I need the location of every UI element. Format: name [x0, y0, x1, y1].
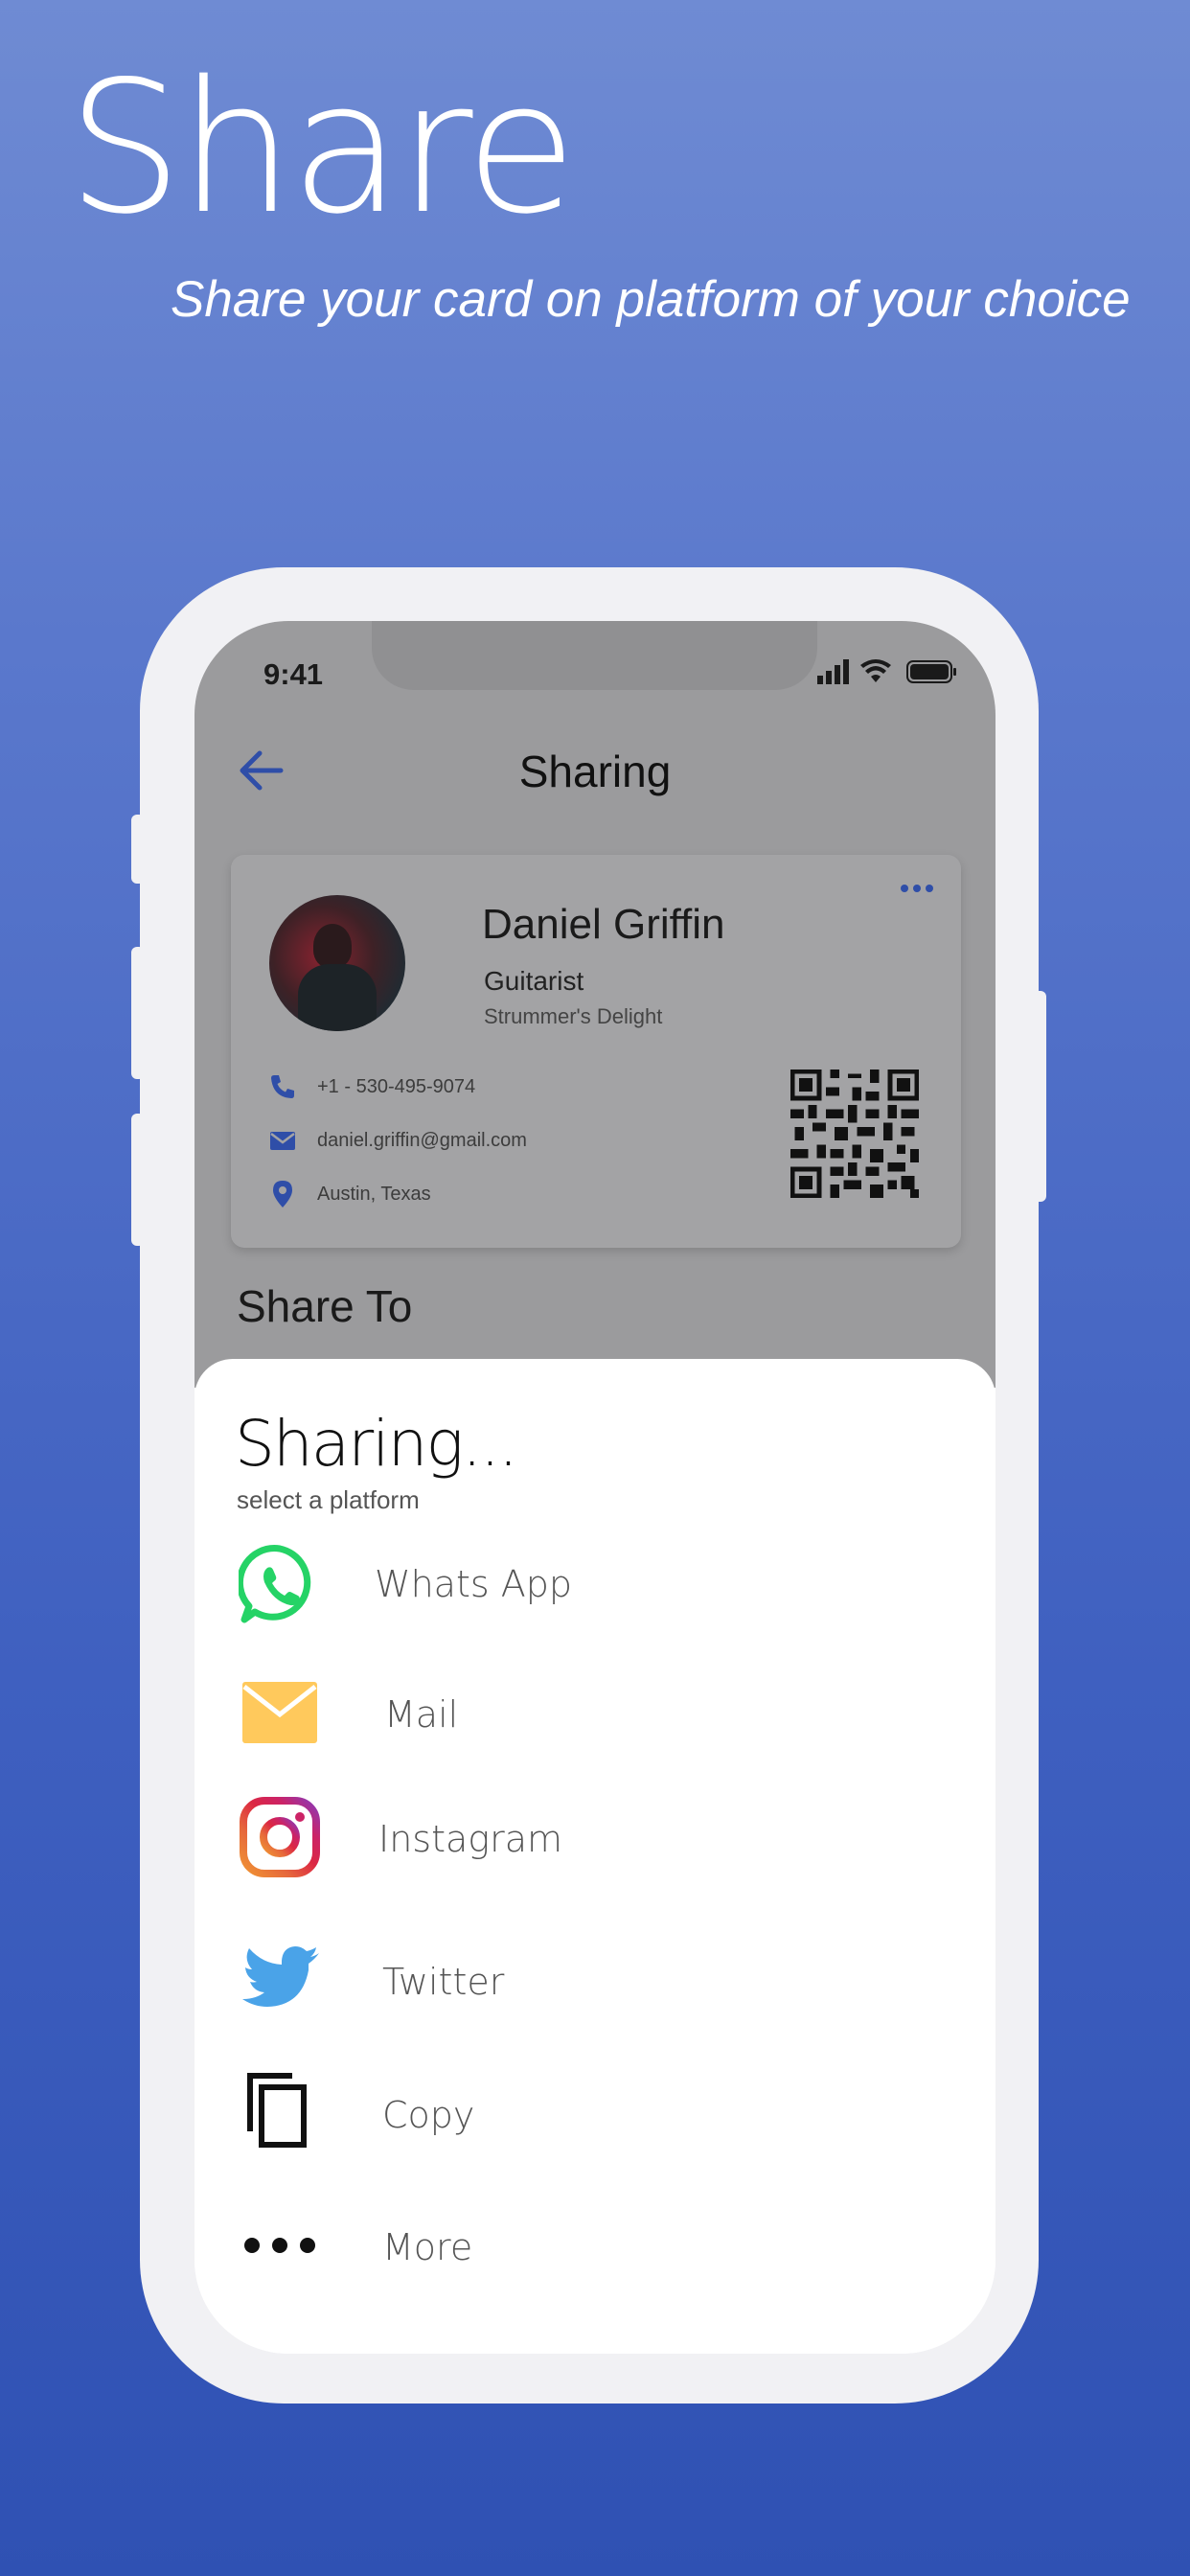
platform-whatsapp[interactable]: Whats App	[195, 1531, 995, 1637]
card-menu-icon[interactable]	[900, 884, 934, 893]
battery-icon	[906, 660, 956, 683]
email-icon	[270, 1132, 295, 1150]
platform-instagram[interactable]: Instagram	[195, 1788, 995, 1894]
profile-card[interactable]: Daniel Griffin Guitarist Strummer's Deli…	[231, 855, 961, 1248]
location: Austin, Texas	[317, 1184, 431, 1205]
mail-icon	[242, 1682, 317, 1743]
contact-location: Austin, Texas	[267, 1175, 670, 1213]
platform-label: More	[382, 2226, 473, 2268]
phone-number: +1 - 530-495-9074	[317, 1076, 476, 1097]
email-address: daniel.griffin@gmail.com	[317, 1130, 527, 1151]
avatar	[269, 895, 405, 1031]
platform-label: Mail	[384, 1693, 459, 1736]
whatsapp-icon	[239, 1545, 311, 1623]
platform-label: Copy	[382, 2094, 475, 2136]
person-title: Guitarist	[484, 966, 584, 996]
platform-more[interactable]: More	[195, 2193, 995, 2298]
person-company: Strummer's Delight	[484, 1004, 663, 1028]
platform-label: Whats App	[375, 1563, 572, 1605]
more-icon	[244, 2238, 315, 2253]
share-sheet: Sharing... select a platform Whats App M…	[195, 1359, 995, 2354]
platform-copy[interactable]: Copy	[195, 2062, 995, 2168]
share-to-heading: Share To	[237, 1281, 413, 1331]
sheet-subtitle: select a platform	[237, 1485, 420, 1514]
phone-icon	[271, 1075, 294, 1098]
instagram-icon	[240, 1797, 320, 1877]
dimmed-background: 9:41 Sharing Daniel Griffin Guitarist St…	[195, 621, 995, 1388]
location-pin-icon	[273, 1181, 292, 1208]
status-icons	[817, 659, 956, 684]
avatar-head	[313, 924, 352, 968]
contact-phone: +1 - 530-495-9074	[267, 1068, 670, 1106]
person-name: Daniel Griffin	[482, 901, 725, 948]
wifi-icon	[860, 659, 891, 682]
sheet-title: Sharing...	[235, 1407, 518, 1481]
platform-twitter[interactable]: Twitter	[195, 1928, 995, 2034]
platform-mail[interactable]: Mail	[195, 1664, 995, 1769]
phone-screen: 9:41 Sharing Daniel Griffin Guitarist St…	[195, 621, 995, 2354]
notch	[372, 621, 817, 690]
nav-title: Sharing	[518, 747, 672, 796]
platform-label: Instagram	[378, 1818, 563, 1860]
twitter-icon	[242, 1946, 319, 2007]
contact-email: daniel.griffin@gmail.com	[267, 1121, 670, 1160]
platform-label: Twitter	[382, 1961, 505, 2003]
avatar-body	[298, 964, 377, 1031]
promo-title: Share	[67, 42, 577, 254]
signal-icon	[817, 659, 849, 684]
copy-icon	[247, 2073, 307, 2148]
qr-code-icon[interactable]	[790, 1070, 919, 1198]
status-time: 9:41	[263, 657, 324, 691]
promo-subtitle: Share your card on platform of your choi…	[171, 271, 1131, 328]
